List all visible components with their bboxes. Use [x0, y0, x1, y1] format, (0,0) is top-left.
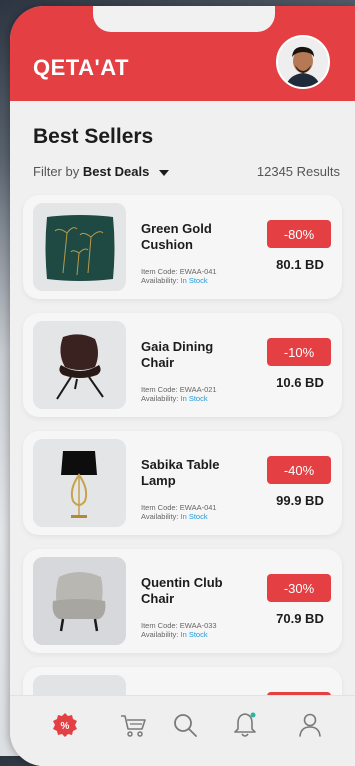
product-name: Gaia Dining Chair: [141, 339, 214, 370]
bottom-nav: %: [10, 695, 355, 766]
item-code: EWAA-041: [179, 503, 217, 512]
cart-icon: [121, 715, 146, 737]
results-count: 12345 Results: [256, 164, 340, 179]
discount-badge: -80%: [267, 220, 331, 248]
header: QETA'AT: [10, 6, 355, 101]
item-code: EWAA-033: [179, 621, 217, 630]
product-price: 99.9 BD: [276, 493, 324, 508]
nav-search[interactable]: [170, 710, 200, 740]
stock-status: In Stock: [180, 394, 208, 403]
nav-cart[interactable]: [118, 710, 148, 740]
product-price: 80.1 BD: [276, 257, 324, 272]
product-name: Sabika Table Lamp: [141, 457, 220, 488]
product-image: [33, 439, 126, 527]
phone-notch: [93, 6, 275, 32]
discount-icon: %: [53, 713, 77, 737]
stock-status: In Stock: [180, 512, 208, 521]
product-image: [33, 557, 126, 645]
product-card-chair[interactable]: Gaia Dining Chair Item Code: EWAA-021 Av…: [23, 313, 342, 417]
nav-notifications[interactable]: [230, 710, 260, 740]
filter-dropdown[interactable]: Filter by Best Deals: [33, 164, 169, 179]
product-card-lamp[interactable]: Sabika Table Lamp Item Code: EWAA-041 Av…: [23, 431, 342, 535]
avatar-image: [278, 37, 328, 87]
search-icon: [174, 714, 197, 737]
nav-deals[interactable]: %: [50, 710, 80, 740]
filter-value: Best Deals: [82, 164, 150, 179]
nav-profile[interactable]: [295, 710, 325, 740]
product-meta: Item Code: EWAA-041 Availability: In Sto…: [141, 267, 217, 285]
item-code: EWAA-041: [179, 267, 217, 276]
product-price: 70.9 BD: [276, 611, 324, 626]
discount-badge: -40%: [267, 456, 331, 484]
app-logo[interactable]: QETA'AT: [33, 55, 129, 81]
discount-badge: -10%: [267, 338, 331, 366]
user-icon: [299, 713, 321, 737]
discount-badge: -30%: [267, 574, 331, 602]
app-screen: QETA'AT Best Sellers Filter by Best Deal…: [10, 6, 355, 766]
caret-down-icon: [158, 169, 169, 176]
filter-label: Filter by: [33, 164, 80, 179]
stock-status: In Stock: [180, 276, 208, 285]
product-meta: Item Code: EWAA-033 Availability: In Sto…: [141, 621, 217, 639]
item-code: EWAA-021: [179, 385, 217, 394]
logo-text: QETA'AT: [33, 55, 129, 80]
product-image: [33, 321, 126, 409]
bell-icon: [234, 712, 256, 737]
product-name: Green Gold Cushion: [141, 221, 212, 252]
product-card-cushion[interactable]: Green Gold Cushion Item Code: EWAA-041 A…: [23, 195, 342, 299]
product-meta: Item Code: EWAA-041 Availability: In Sto…: [141, 503, 217, 521]
stock-status: In Stock: [180, 630, 208, 639]
page-title: Best Sellers: [33, 125, 154, 148]
product-image: [33, 203, 126, 291]
product-name: Quentin Club Chair: [141, 575, 223, 606]
product-card-club-chair[interactable]: Quentin Club Chair Item Code: EWAA-033 A…: [23, 549, 342, 653]
main-content: Best Sellers Filter by Best Deals 12345 …: [10, 101, 355, 766]
product-price: 10.6 BD: [276, 375, 324, 390]
avatar[interactable]: [276, 35, 330, 89]
product-meta: Item Code: EWAA-021 Availability: In Sto…: [141, 385, 217, 403]
svg-text:%: %: [61, 721, 70, 732]
